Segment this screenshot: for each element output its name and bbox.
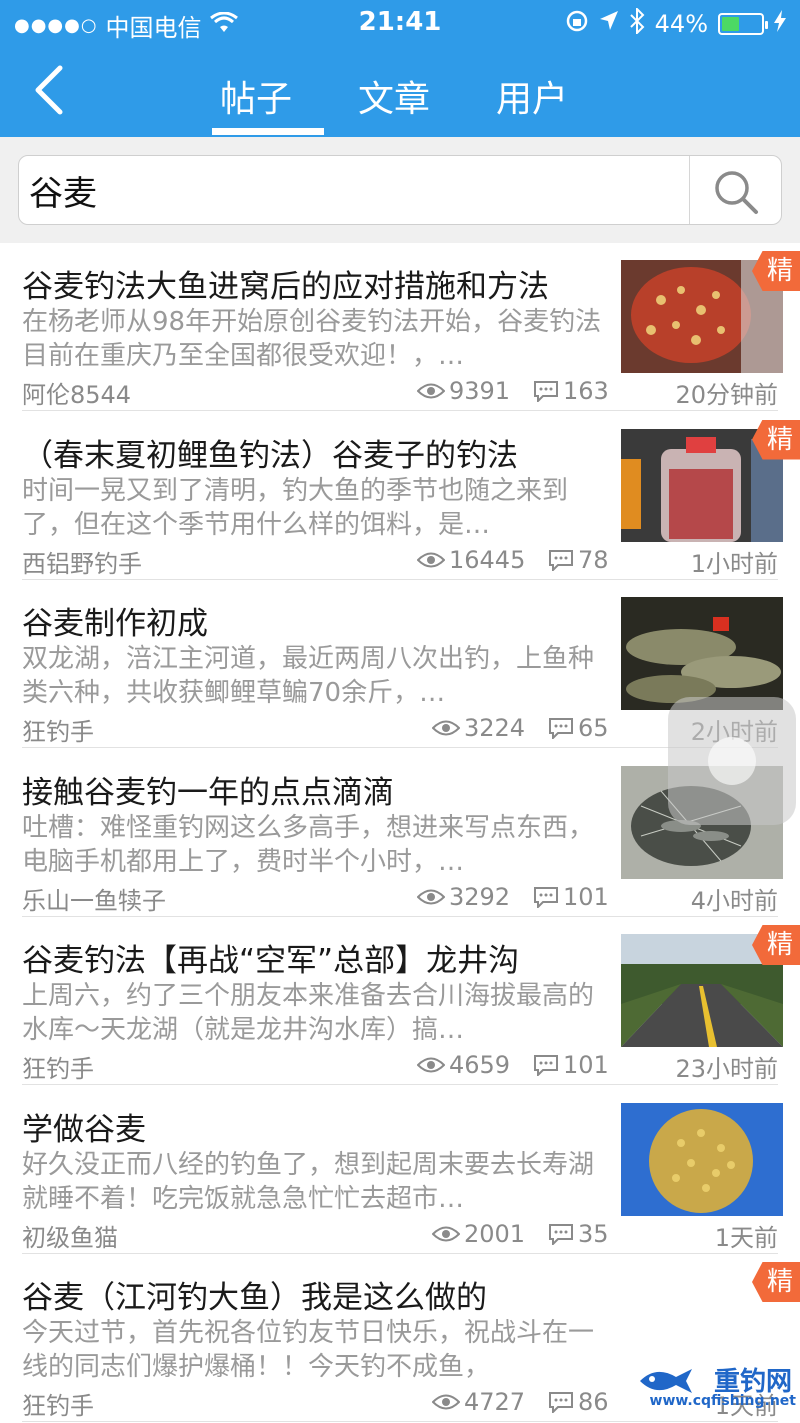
view-count: 4659 [417, 1051, 510, 1079]
search-input[interactable] [29, 162, 689, 218]
view-count-value: 4659 [449, 1051, 511, 1079]
floating-assistive-button[interactable] [668, 697, 796, 825]
comment-icon [534, 381, 558, 402]
rotation-lock-icon [565, 9, 589, 39]
comment-count: 35 [548, 1220, 609, 1248]
post-time: 4小时前 [690, 886, 778, 915]
bluetooth-icon [629, 6, 645, 40]
post-summary: 双龙湖，涪江主河道，最近两周八次出钓，上鱼种类六种，共收获鲫鲤草鳊70余斤，… [22, 644, 595, 708]
comment-count-value: 101 [563, 1051, 609, 1079]
view-count-value: 4727 [464, 1388, 526, 1416]
post-author[interactable]: 狂钓手 [22, 712, 94, 747]
post-title[interactable]: 谷麦（江河钓大鱼）我是这么做的 [22, 1272, 487, 1317]
search-icon [715, 171, 758, 214]
comment-count-value: 35 [578, 1219, 609, 1248]
view-count-value: 3224 [464, 714, 526, 742]
search-bar [0, 137, 800, 243]
view-count: 3292 [417, 883, 510, 911]
post-list-item[interactable]: 学做谷麦 好久没正而八经的钓鱼了，想到起周末要去长寿湖就睡不着！吃完饭就急急忙忙去… [0, 1086, 800, 1254]
post-list-item[interactable]: 谷麦钓法大鱼进窝后的应对措施和方法 在杨老师从98年开始原创谷麦钓法开始，谷麦钓法… [0, 243, 800, 411]
post-author[interactable]: 狂钓手 [22, 1386, 94, 1421]
divider [22, 1421, 778, 1422]
post-summary: 吐槽：难怪重钓网这么多高手，想进来写点东西，电脑手机都用上了，费时半个小时，… [22, 812, 595, 877]
search-button[interactable] [689, 156, 781, 224]
view-count: 2001 [432, 1220, 525, 1248]
post-title[interactable]: （春末夏初鲤鱼钓法）谷麦子的钓法 [22, 430, 518, 475]
view-count: 4727 [432, 1388, 525, 1416]
post-author[interactable]: 狂钓手 [22, 1049, 94, 1084]
post-title[interactable]: 谷麦钓法【再战“空军”总部】龙井沟 [22, 935, 519, 980]
post-title[interactable]: 谷麦制作初成 [22, 598, 208, 643]
post-time: 20分钟前 [675, 381, 778, 409]
comment-count-value: 86 [578, 1388, 609, 1416]
post-summary: 时间一晃又到了清明，钓大鱼的季节也随之来到了，但在这个季节用什么样的饵料，是… [22, 475, 569, 540]
tab-articles[interactable]: 文章 [358, 70, 430, 122]
battery-percent: 44% [654, 10, 708, 38]
comment-icon [549, 1223, 573, 1245]
post-author[interactable]: 西铝野钓手 [22, 544, 142, 579]
battery-icon [718, 13, 768, 35]
comment-count: 86 [548, 1388, 609, 1416]
eye-icon [432, 1394, 460, 1410]
view-count-value: 3292 [449, 882, 511, 911]
search-box [18, 155, 782, 225]
post-summary: 今天过节，首先祝各位钓友节日快乐，祝战斗在一线的同志们爆护爆桶！！今天钓不成鱼， [22, 1318, 595, 1382]
charging-icon [774, 10, 786, 38]
active-tab-indicator [212, 128, 324, 135]
site-watermark: 重钓网 www.cqfishing.net [636, 1359, 796, 1417]
view-count: 9391 [417, 377, 510, 405]
post-time: 1天前 [714, 1223, 778, 1252]
top-bar: ●●●●○ 中国电信 21:41 44% 帖子 文章 用户 [0, 0, 800, 137]
comment-count-value: 65 [578, 714, 609, 742]
comment-count: 101 [533, 1051, 609, 1079]
tab-posts[interactable]: 帖子 [220, 70, 292, 122]
comment-count-value: 101 [563, 882, 609, 911]
view-count-value: 2001 [464, 1219, 526, 1248]
eye-icon [417, 889, 445, 904]
view-count: 3224 [432, 714, 525, 742]
post-list-item[interactable]: （春末夏初鲤鱼钓法）谷麦子的钓法 时间一晃又到了清明，钓大鱼的季节也随之来到了，但… [0, 412, 800, 580]
post-title[interactable]: 接触谷麦钓一年的点点滴滴 [22, 767, 394, 812]
status-bar: ●●●●○ 中国电信 21:41 44% [0, 0, 800, 44]
location-icon [599, 10, 619, 38]
post-summary: 在杨老师从98年开始原创谷麦钓法开始，谷麦钓法目前在重庆乃至全国都很受欢迎！，… [22, 307, 602, 371]
comment-count-value: 78 [578, 545, 609, 574]
view-count-value: 9391 [449, 377, 511, 405]
eye-icon [432, 1226, 460, 1241]
post-author[interactable]: 初级鱼猫 [22, 1218, 118, 1253]
comment-icon [534, 1055, 558, 1076]
post-summary: 好久没正而八经的钓鱼了，想到起周末要去长寿湖就睡不着！吃完饭就急急忙忙去超市… [22, 1149, 595, 1214]
eye-icon [417, 383, 445, 399]
eye-icon [417, 1057, 445, 1073]
post-time: 23小时前 [675, 1055, 778, 1083]
view-count-value: 16445 [449, 545, 526, 574]
post-time: 1小时前 [690, 549, 778, 578]
tab-users[interactable]: 用户 [496, 70, 568, 122]
comment-icon [549, 718, 573, 739]
post-author[interactable]: 乐山一鱼犊子 [22, 881, 166, 916]
featured-badge: 精 [752, 1262, 800, 1302]
comment-count: 65 [548, 714, 609, 742]
comment-count: 78 [548, 546, 609, 574]
post-summary: 上周六，约了三个朋友本来准备去合川海拔最高的水库～天龙湖（就是龙井沟水库）搞… [22, 981, 595, 1045]
comment-count-value: 163 [563, 377, 609, 405]
tab-bar: 帖子 文章 用户 [0, 58, 800, 137]
watermark-url: www.cqfishing.net [649, 1393, 796, 1409]
view-count: 16445 [417, 546, 525, 574]
post-thumbnail[interactable] [621, 597, 783, 710]
comment-count: 163 [533, 377, 609, 405]
eye-icon [417, 552, 445, 567]
post-title[interactable]: 谷麦钓法大鱼进窝后的应对措施和方法 [22, 261, 549, 306]
post-list-item[interactable]: 谷麦钓法【再战“空军”总部】龙井沟 上周六，约了三个朋友本来准备去合川海拔最高的水… [0, 917, 800, 1085]
post-author[interactable]: 阿伦8544 [22, 375, 131, 410]
comment-count: 101 [533, 883, 609, 911]
post-title[interactable]: 学做谷麦 [22, 1104, 146, 1149]
post-thumbnail[interactable] [621, 1102, 783, 1216]
comment-icon [534, 886, 558, 908]
comment-icon [549, 1392, 573, 1413]
comment-icon [549, 549, 573, 571]
eye-icon [432, 720, 460, 736]
